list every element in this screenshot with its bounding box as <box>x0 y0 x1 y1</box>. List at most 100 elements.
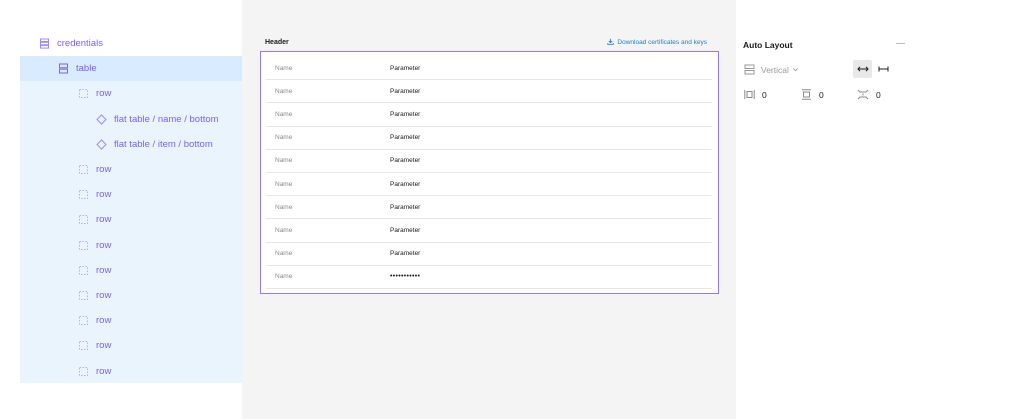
chevron-down-icon <box>792 66 799 73</box>
table-body: Name Parameter Name Parameter Name Parameter N… <box>266 57 712 289</box>
table-frame[interactable]: Name Parameter Name Parameter Name Parameter N… <box>260 51 719 294</box>
frame-dashed-icon <box>77 290 89 302</box>
table-row[interactable]: Name Parameter <box>266 127 712 150</box>
frame-dashed-icon <box>77 88 89 100</box>
horizontal-padding-field[interactable]: 0 <box>744 89 767 100</box>
layer-item-label: row <box>96 264 112 276</box>
row-name-cell: Name <box>275 180 293 188</box>
table-row[interactable]: Name Parameter <box>266 57 712 81</box>
layer-item-label: row <box>96 239 112 251</box>
layer-item-row[interactable]: row <box>77 359 111 384</box>
layer-item-label: row <box>96 290 112 301</box>
layer-item-label: row <box>96 365 112 377</box>
layer-item-label: row <box>96 315 112 327</box>
row-value-cell: Parameter <box>390 110 421 118</box>
item-spacing-field[interactable]: 0 <box>857 89 881 100</box>
fixed-width-icon <box>878 60 889 78</box>
table-row[interactable]: Name Parameter <box>266 196 712 220</box>
layer-item-flat-table-name-bottom[interactable]: flat table / name / bottom <box>95 107 219 132</box>
table-row[interactable]: Name Parameter <box>266 150 712 173</box>
table-row[interactable]: Name Parameter <box>266 243 712 266</box>
frame-dashed-icon <box>77 214 89 226</box>
layer-item-row[interactable]: row <box>77 283 111 308</box>
row-name-cell: Name <box>275 250 293 258</box>
frame-dashed-icon <box>77 340 89 352</box>
layer-item-label: flat table / item / bottom <box>114 138 213 150</box>
layer-item-flat-table-item-bottom[interactable]: flat table / item / bottom <box>95 132 213 157</box>
download-certificates-link[interactable]: Download certificates and keys <box>607 38 707 47</box>
auto-layout-title: Auto Layout <box>743 40 793 50</box>
layer-item-row[interactable]: row <box>77 333 111 358</box>
row-name-cell: Name <box>275 157 293 165</box>
hug-width-toggle[interactable] <box>853 60 872 78</box>
horizontal-padding-icon <box>744 89 755 100</box>
row-name-cell: Name <box>275 87 293 95</box>
vertical-direction-icon <box>744 64 755 75</box>
canvas[interactable]: Header Download certificates and keys Na… <box>242 0 736 419</box>
row-name-cell: Name <box>275 273 293 281</box>
layer-item-row[interactable]: row <box>77 81 111 106</box>
table-row[interactable]: Name ••••••••••• <box>266 266 712 289</box>
download-link-label: Download certificates and keys <box>617 39 707 46</box>
layer-item-row[interactable]: row <box>77 182 111 207</box>
layer-item-label: row <box>96 340 112 352</box>
frame-dashed-icon <box>77 365 89 377</box>
layer-item-row[interactable]: row <box>77 233 111 258</box>
frame-dashed-icon <box>77 164 89 176</box>
component-instance-icon <box>95 138 107 150</box>
table-row[interactable]: Name Parameter <box>266 173 712 197</box>
layer-item-credentials[interactable]: credentials <box>38 31 103 56</box>
row-value-cell: Parameter <box>390 180 421 188</box>
layer-item-label: row <box>96 189 112 201</box>
layer-item-row[interactable]: row <box>77 258 111 283</box>
vertical-padding-field[interactable]: 0 <box>801 89 824 100</box>
row-name-cell: Name <box>275 134 293 142</box>
component-instance-icon <box>95 113 107 125</box>
frame-stack-icon <box>38 38 50 50</box>
row-value-cell: Parameter <box>390 87 421 95</box>
fixed-width-toggle[interactable] <box>877 63 889 75</box>
layer-item-label: credentials <box>57 38 103 49</box>
row-value-cell: Parameter <box>390 203 421 211</box>
item-spacing-icon <box>857 89 869 100</box>
table-row[interactable]: Name Parameter <box>266 80 712 104</box>
row-name-cell: Name <box>275 110 293 118</box>
layer-selection-highlight <box>20 56 242 81</box>
table-row[interactable]: Name Parameter <box>266 103 712 127</box>
row-name-cell: Name <box>275 226 293 234</box>
row-value-cell: ••••••••••• <box>390 272 421 280</box>
row-name-cell: Name <box>275 64 293 72</box>
layers-panel: credentials table row flat table / name / b… <box>0 0 242 419</box>
row-value-cell: Parameter <box>390 250 421 258</box>
table-row[interactable]: Name Parameter <box>266 219 712 243</box>
auto-layout-vertical-icon <box>57 63 69 75</box>
layer-item-row[interactable]: row <box>77 207 111 232</box>
layer-item-label: flat table / name / bottom <box>114 113 219 125</box>
layer-item-label: row <box>96 164 112 175</box>
frame-dashed-icon <box>77 239 89 251</box>
layer-item-table[interactable]: table <box>57 56 97 81</box>
frame-dashed-icon <box>77 264 89 276</box>
row-value-cell: Parameter <box>390 157 421 165</box>
layer-item-row[interactable]: row <box>77 157 111 182</box>
row-value-cell: Parameter <box>390 64 421 72</box>
layer-item-label: table <box>76 63 97 75</box>
properties-panel: Auto Layout Vertical 0 0 0 <box>736 0 1024 419</box>
layer-item-row[interactable]: row <box>77 308 111 333</box>
row-value-cell: Parameter <box>390 134 421 142</box>
table-header-label: Header <box>265 39 289 46</box>
item-spacing-value: 0 <box>876 89 881 100</box>
frame-dashed-icon <box>77 189 89 201</box>
horizontal-arrows-icon <box>856 60 869 78</box>
vertical-padding-icon <box>801 89 812 100</box>
direction-value: Vertical <box>761 64 789 75</box>
direction-select[interactable]: Vertical <box>744 64 799 75</box>
frame-dashed-icon <box>77 315 89 327</box>
row-name-cell: Name <box>275 203 293 211</box>
vertical-padding-value: 0 <box>819 89 824 100</box>
layer-item-label: row <box>96 88 112 100</box>
row-value-cell: Parameter <box>390 226 421 234</box>
horizontal-padding-value: 0 <box>762 89 767 100</box>
remove-auto-layout-button[interactable] <box>896 43 905 44</box>
download-icon <box>607 38 617 47</box>
